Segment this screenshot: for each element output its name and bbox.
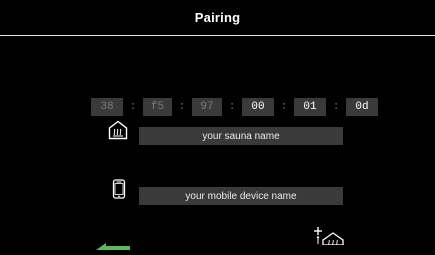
- add-sauna-icon[interactable]: [314, 226, 344, 246]
- mobile-phone-icon: [112, 179, 126, 199]
- header-bar: Pairing: [0, 0, 435, 36]
- mac-separator: :: [129, 101, 137, 113]
- page-title: Pairing: [194, 10, 241, 25]
- mac-separator: :: [178, 101, 186, 113]
- mac-octet-5[interactable]: 01: [294, 98, 326, 116]
- mac-separator: :: [332, 101, 340, 113]
- back-arrow-icon[interactable]: [94, 237, 134, 250]
- mac-octet-2: f5: [143, 98, 172, 116]
- mac-octet-3: 97: [192, 98, 222, 116]
- mac-separator: :: [228, 101, 236, 113]
- mac-address-row: 38 : f5 : 97 : 00 : 01 : 0d: [91, 98, 378, 116]
- mac-separator: :: [280, 101, 288, 113]
- mac-octet-6[interactable]: 0d: [346, 98, 378, 116]
- sauna-name-input[interactable]: your sauna name: [139, 127, 343, 145]
- mac-octet-4[interactable]: 00: [242, 98, 274, 116]
- mobile-device-name-input[interactable]: your mobile device name: [139, 187, 343, 205]
- sauna-house-icon: [108, 120, 128, 140]
- mac-octet-1: 38: [91, 98, 123, 116]
